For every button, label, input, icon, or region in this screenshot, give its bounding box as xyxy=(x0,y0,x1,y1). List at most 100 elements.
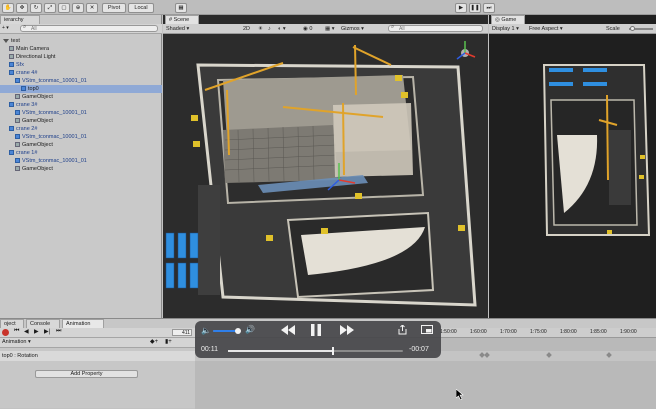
hierarchy-row[interactable]: VStm_tconmac_10001_01 xyxy=(0,157,162,165)
property-row[interactable]: top0 : Rotation xyxy=(0,351,195,361)
hand-tool-button[interactable]: ✋ xyxy=(2,3,14,13)
volume-max-icon[interactable]: 🔊 xyxy=(245,325,255,334)
picture-in-picture-icon[interactable] xyxy=(421,325,433,334)
scene-viewport[interactable] xyxy=(163,35,488,318)
prev-frame-icon[interactable]: ◀ xyxy=(24,328,29,335)
scene-tab-icon: # xyxy=(169,17,173,23)
rotate-tool-button[interactable]: ↻ xyxy=(30,3,42,13)
gameobject-cube-icon xyxy=(15,134,20,140)
scale-slider-thumb[interactable] xyxy=(630,26,635,31)
hierarchy-row-label: Sfx xyxy=(16,62,24,68)
hierarchy-row[interactable]: Sfx xyxy=(0,61,162,69)
hierarchy-row[interactable]: VStm_tconmac_10001_01 xyxy=(0,77,162,85)
tab-project[interactable]: oject xyxy=(0,319,24,328)
volume-icon[interactable]: 🔈 xyxy=(201,326,211,335)
audio-toggle[interactable]: ♪ xyxy=(268,25,276,33)
lighting-toggle[interactable]: ☀ xyxy=(258,25,266,33)
hierarchy-row[interactable]: Directional Light xyxy=(0,53,162,61)
game-toolbar: Display 1 ▾ Free Aspect ▾ Scale xyxy=(489,24,656,34)
game-viewport[interactable] xyxy=(489,35,656,318)
hierarchy-row-label: GameObject xyxy=(22,94,53,100)
game-right-block xyxy=(609,130,631,205)
hierarchy-row[interactable]: VStm_tconmac_10001_01 xyxy=(0,133,162,141)
move-tool-button[interactable]: ✥ xyxy=(16,3,28,13)
play-anim-icon[interactable]: ▶ xyxy=(34,328,39,335)
tab-hierarchy[interactable]: ierarchy xyxy=(0,15,40,24)
custom-tool-button[interactable]: ✕ xyxy=(86,3,98,13)
scale-tool-button[interactable]: ⤢ xyxy=(44,3,56,13)
mouse-cursor-icon xyxy=(456,389,464,400)
expand-triangle-icon xyxy=(3,38,9,43)
search-icon: ⌕ xyxy=(391,24,395,30)
scene-root-row[interactable]: test xyxy=(0,37,162,45)
share-icon[interactable] xyxy=(398,325,407,335)
gameobject-cube-icon xyxy=(21,86,26,92)
hierarchy-row[interactable]: GameObject xyxy=(0,165,162,173)
tab-game[interactable]: ◎ Game xyxy=(491,15,525,24)
hierarchy-search-bar: + ▾ ⌕ xyxy=(0,24,162,34)
add-keyframe-icon[interactable]: ◆+ xyxy=(150,338,158,345)
next-frame-icon[interactable]: ▶| xyxy=(44,328,50,335)
frame-field[interactable]: 411 xyxy=(172,329,192,336)
timeline-tick-label: 1:80:00 xyxy=(560,329,577,335)
grid-toggle[interactable]: ▦ ▾ xyxy=(325,25,337,33)
scale-slider[interactable] xyxy=(629,26,653,31)
gameobject-cube-icon xyxy=(15,142,20,148)
play-button[interactable]: ▶ xyxy=(455,3,467,13)
hierarchy-row[interactable]: GameObject xyxy=(0,141,162,149)
timeline-tick-label: 1:85:00 xyxy=(590,329,607,335)
step-button[interactable]: ⏭ xyxy=(483,3,495,13)
2d-toggle[interactable]: 2D xyxy=(243,25,255,33)
hierarchy-row[interactable]: top0 xyxy=(0,85,162,93)
hierarchy-row[interactable]: VStm_tconmac_10001_01 xyxy=(0,109,162,117)
effects-dropdown[interactable]: ◐ ▾ xyxy=(278,25,298,33)
add-property-button[interactable]: Add Property xyxy=(35,370,138,378)
rewind-icon[interactable] xyxy=(281,325,295,335)
eye-icon: ◉ xyxy=(303,26,308,32)
hierarchy-row[interactable]: GameObject xyxy=(0,117,162,125)
hidden-objects-toggle[interactable]: ◉ 0 xyxy=(303,25,321,33)
tab-scene[interactable]: # Scene xyxy=(165,15,199,24)
tool-icon: ✕ xyxy=(89,5,95,11)
transform-tool-button[interactable]: ⊕ xyxy=(72,3,84,13)
hierarchy-row[interactable]: Main Camera xyxy=(0,45,162,53)
scene-search-input[interactable] xyxy=(388,25,483,32)
hierarchy-row[interactable]: GameObject xyxy=(0,93,162,101)
first-frame-icon[interactable]: ⏮ xyxy=(14,328,19,335)
volume-slider[interactable] xyxy=(213,328,242,334)
tab-console[interactable]: Console xyxy=(26,319,60,328)
aspect-dropdown[interactable]: Free Aspect ▾ xyxy=(529,25,579,33)
hierarchy-row-label: VStm_tconmac_10001_01 xyxy=(22,134,87,140)
rect-tool-button[interactable]: ▢ xyxy=(58,3,70,13)
hierarchy-row[interactable]: crane 1# xyxy=(0,149,162,157)
volume-thumb[interactable] xyxy=(235,328,242,334)
gameobject-cube-icon xyxy=(15,166,20,172)
timeline-tick-label: 1:90:00 xyxy=(620,329,637,335)
grid-snap-button[interactable]: ▦ xyxy=(175,3,187,13)
last-frame-icon[interactable]: ⏭ xyxy=(56,328,61,335)
add-event-icon[interactable]: ▮+ xyxy=(165,338,172,345)
remaining-time: -00:07 xyxy=(409,346,429,353)
tab-animation[interactable]: Animation xyxy=(62,319,104,328)
gizmos-dropdown[interactable]: Gizmos ▾ xyxy=(341,25,375,33)
gameobject-cube-icon xyxy=(15,94,20,100)
hierarchy-row[interactable]: crane 2# xyxy=(0,125,162,133)
record-icon[interactable] xyxy=(2,329,9,336)
pivot-toggle[interactable]: Pivot xyxy=(102,3,126,13)
pause-button[interactable]: ❚❚ xyxy=(469,3,481,13)
local-toggle[interactable]: Local xyxy=(128,3,154,13)
hierarchy-row[interactable]: crane 4# xyxy=(0,69,162,77)
pause-icon[interactable] xyxy=(311,324,321,336)
2d-label: 2D xyxy=(243,26,251,32)
create-dropdown[interactable]: + ▾ xyxy=(2,25,18,32)
shading-mode-dropdown[interactable]: Shaded ▾ xyxy=(166,25,206,33)
progress-playhead[interactable] xyxy=(332,347,334,355)
progress-track[interactable] xyxy=(228,347,403,355)
clip-dropdown[interactable]: Animation ▾ xyxy=(2,339,31,345)
hierarchy-row-label: GameObject xyxy=(22,118,53,124)
fast-forward-icon[interactable] xyxy=(340,325,354,335)
hierarchy-row[interactable]: crane 3# xyxy=(0,101,162,109)
scene-toolbar: Shaded ▾ 2D ☀ ♪ ◐ ▾ ◉ 0 ▦ ▾ Gizmos ▾ ⌕ xyxy=(163,24,488,34)
display-dropdown[interactable]: Display 1 ▾ xyxy=(492,25,524,33)
hierarchy-search-input[interactable] xyxy=(20,25,158,32)
